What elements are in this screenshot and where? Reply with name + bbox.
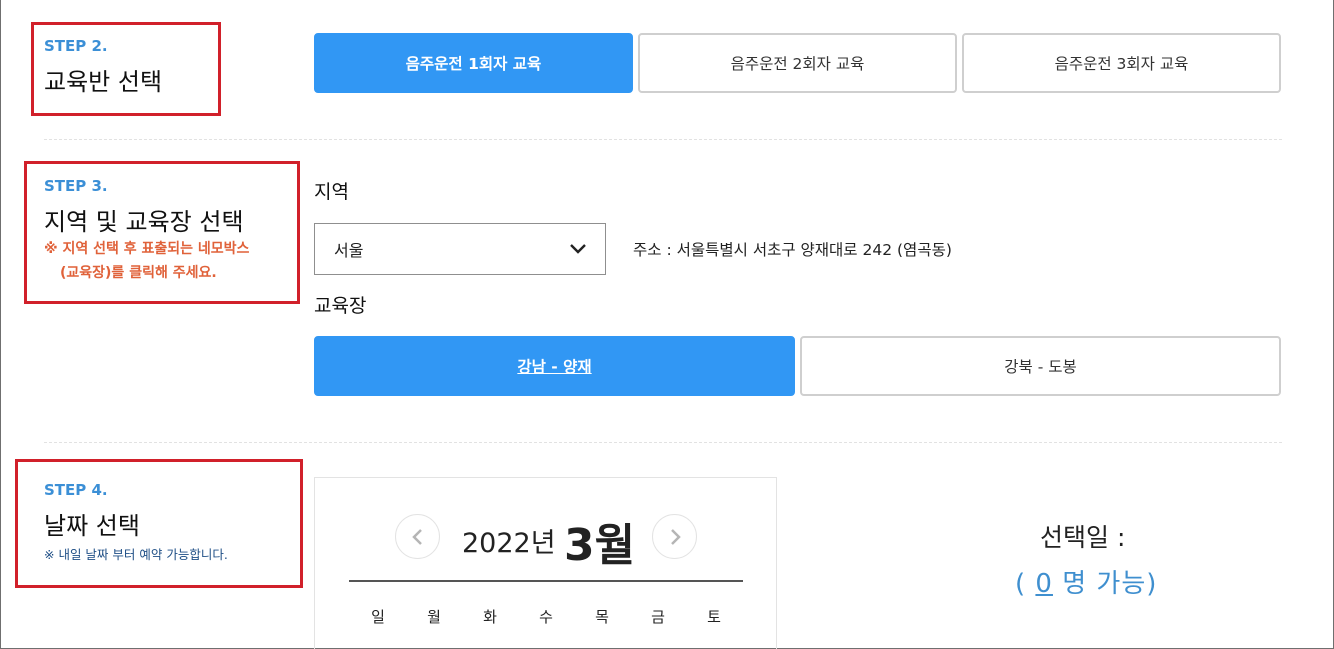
calendar-header-rule <box>349 580 743 582</box>
weekday-sun: 일 <box>371 608 385 626</box>
chevron-right-icon <box>670 528 681 545</box>
chevron-left-icon <box>411 528 422 545</box>
next-month-button[interactable] <box>652 514 697 559</box>
step4-label: STEP 4. <box>44 481 108 499</box>
center-option-gangbuk-label: 강북 - 도봉 <box>1004 358 1077 376</box>
prev-month-button[interactable] <box>395 514 440 559</box>
course-option-2[interactable]: 음주운전 2회자 교육 <box>638 33 957 93</box>
course-option-1-label: 음주운전 1회자 교육 <box>405 55 542 73</box>
region-select[interactable]: 서울 <box>314 223 606 275</box>
center-option-gangbuk[interactable]: 강북 - 도봉 <box>800 336 1281 396</box>
course-option-2-label: 음주운전 2회자 교육 <box>730 55 865 73</box>
step4-title: 날짜 선택 <box>44 512 140 540</box>
availability-count: ( 0 명 가능) <box>1015 563 1157 600</box>
calendar-month: 3월 <box>564 520 636 571</box>
availability-number: 0 <box>1035 569 1053 599</box>
section-divider <box>44 139 1282 140</box>
step2-label: STEP 2. <box>44 37 108 55</box>
course-option-3[interactable]: 음주운전 3회자 교육 <box>962 33 1281 93</box>
weekday-tue: 화 <box>483 608 497 626</box>
weekday-thu: 목 <box>595 608 609 626</box>
step2-title: 교육반 선택 <box>44 68 163 96</box>
selected-date-label: 선택일 : <box>1040 523 1126 552</box>
section-divider <box>44 442 1282 443</box>
availability-open: ( <box>1015 569 1036 599</box>
step3-note-line1: ※ 지역 선택 후 표출되는 네모박스 <box>44 241 250 257</box>
step3-title: 지역 및 교육장 선택 <box>44 208 244 236</box>
region-label: 지역 <box>314 181 349 203</box>
region-select-value: 서울 <box>334 241 364 260</box>
step4-note: ※ 내일 날짜 부터 예약 가능합니다. <box>44 547 228 562</box>
weekday-mon: 월 <box>427 608 441 626</box>
calendar: 2022년 3월 일 월 화 수 목 금 토 <box>314 477 777 649</box>
calendar-year: 2022년 <box>462 528 556 559</box>
availability-suffix: 명 가능) <box>1052 569 1158 599</box>
step3-note-line2: (교육장)를 클릭해 주세요. <box>60 265 217 281</box>
course-option-3-label: 음주운전 3회자 교육 <box>1054 55 1189 73</box>
center-option-gangnam-label: 강남 - 양재 <box>517 358 592 376</box>
weekday-sat: 토 <box>707 608 721 626</box>
chevron-down-icon <box>570 244 586 254</box>
center-label: 교육장 <box>314 295 367 317</box>
weekday-wed: 수 <box>539 608 553 626</box>
weekday-fri: 금 <box>651 608 665 626</box>
center-address: 주소 : 서울특별시 서초구 양재대로 242 (염곡동) <box>633 241 952 259</box>
step3-label: STEP 3. <box>44 177 108 195</box>
course-option-1[interactable]: 음주운전 1회자 교육 <box>314 33 633 93</box>
center-option-gangnam[interactable]: 강남 - 양재 <box>314 336 795 396</box>
